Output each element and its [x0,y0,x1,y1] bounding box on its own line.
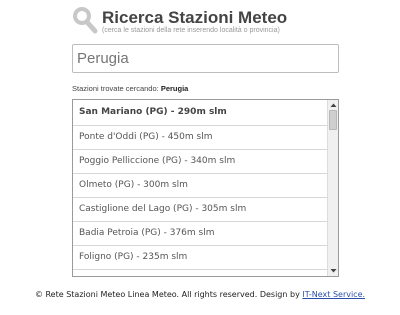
results-query: Perugia [160,84,189,93]
station-list-item[interactable]: Ponte d'Oddi (PG) - 450m slm [73,126,327,150]
search-input[interactable] [72,44,339,73]
results-label: Stazioni trovate cercando: [72,84,159,93]
results-summary: Stazioni trovate cercando: Perugia [72,84,188,93]
footer: © Rete Stazioni Meteo Linea Meteo. All r… [0,290,400,299]
station-list-item[interactable]: Poggio Pelliccione (PG) - 340m slm [73,150,327,174]
search-icon [73,7,98,34]
footer-text: © Rete Stazioni Meteo Linea Meteo. All r… [34,290,300,299]
scroll-thumb[interactable] [329,110,337,130]
page-title: Ricerca Stazioni Meteo [102,8,288,27]
station-list-item[interactable]: Olmeto (PG) - 300m slm [73,174,327,198]
station-list-item[interactable]: Foligno (PG) - 235m slm [73,246,327,270]
stations-listbox[interactable]: San Mariano (PG) - 290m slm Ponte d'Oddi … [72,99,339,277]
footer-link[interactable]: IT-Next Service. [302,290,365,299]
page-subtitle: (cerca le stazioni della rete inserendo … [102,27,280,34]
scrollbar[interactable] [327,100,338,276]
station-list-item[interactable]: Castiglione del Lago (PG) - 305m slm [73,198,327,222]
station-list-item[interactable]: Badia Petroia (PG) - 376m slm [73,222,327,246]
page-header: Ricerca Stazioni Meteo (cerca le stazion… [72,6,372,36]
stations-list: San Mariano (PG) - 290m slm Ponte d'Oddi … [73,100,327,270]
scroll-down-arrow-icon[interactable] [329,266,338,275]
scroll-up-arrow-icon[interactable] [329,101,338,110]
station-list-item[interactable]: San Mariano (PG) - 290m slm [73,100,327,126]
